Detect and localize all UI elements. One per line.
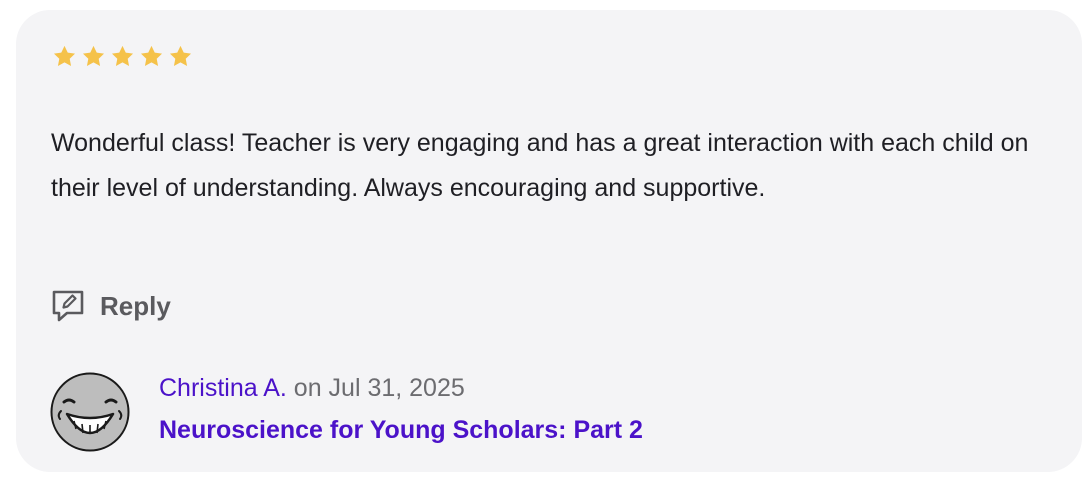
- review-text: Wonderful class! Teacher is very engagin…: [51, 129, 1029, 202]
- author-line: Christina A. on Jul 31, 2025: [159, 372, 643, 404]
- reply-button[interactable]: Reply: [50, 288, 171, 324]
- star-icon: [53, 45, 76, 66]
- grinning-face-icon: [50, 372, 130, 452]
- reply-chat-icon: [52, 290, 84, 322]
- review-date: on Jul 31, 2025: [293, 374, 465, 402]
- author-link[interactable]: Christina A.: [159, 374, 287, 402]
- star-icon: [169, 45, 192, 66]
- star-rating: [52, 44, 193, 69]
- star-icon: [111, 45, 134, 66]
- star-icon: [140, 45, 163, 66]
- star-icon: [82, 45, 105, 66]
- review-meta: Christina A. on Jul 31, 2025 Neuroscienc…: [159, 372, 643, 445]
- review-card: Wonderful class! Teacher is very engagin…: [16, 10, 1082, 472]
- reply-label: Reply: [100, 290, 171, 321]
- course-link[interactable]: Neuroscience for Young Scholars: Part 2: [159, 416, 643, 445]
